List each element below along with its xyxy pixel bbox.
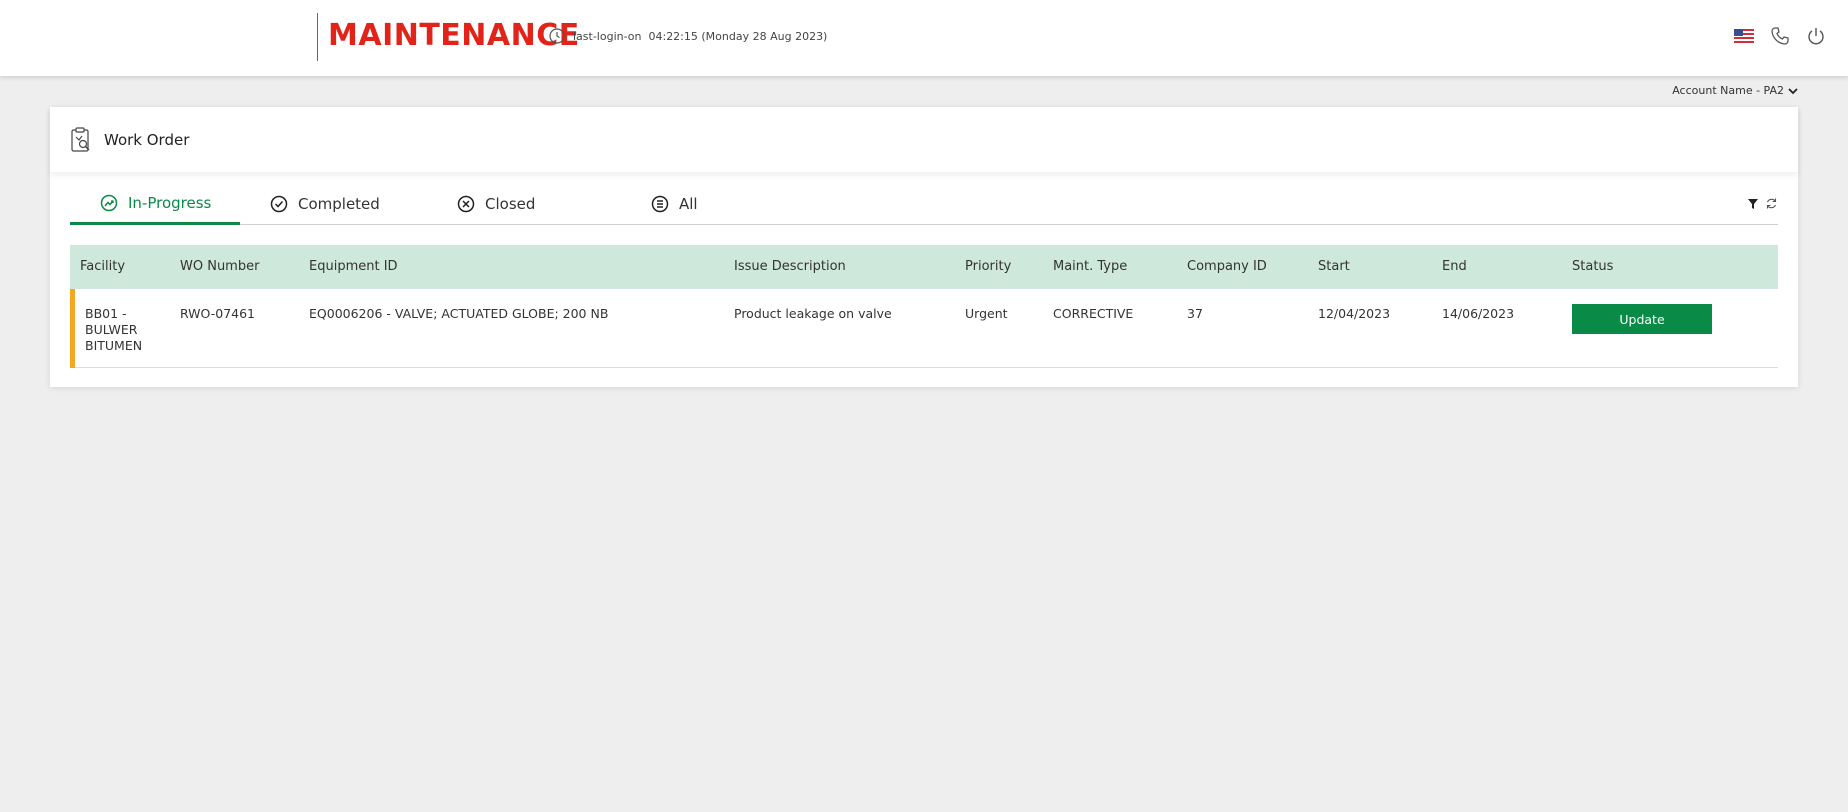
cell-priority: Urgent — [965, 306, 1008, 321]
list-circle-icon — [651, 195, 669, 213]
trend-up-circle-icon — [100, 194, 118, 211]
column-header-company-id[interactable]: Company ID — [1187, 245, 1267, 289]
account-name: Account Name - PA2 — [1672, 84, 1784, 97]
work-order-card: Work Order In-Progress Completed Closed — [50, 107, 1798, 387]
page-title: Work Order — [104, 130, 190, 149]
tab-label: In-Progress — [128, 193, 212, 212]
status-tabs: In-Progress Completed Closed All — [70, 183, 1778, 225]
check-circle-icon — [270, 195, 288, 213]
header-actions — [1720, 24, 1828, 48]
last-login-time: 04:22:15 (Monday 28 Aug 2023) — [648, 29, 828, 43]
table-row[interactable]: BB01 - BULWER BITUMEN RWO-07461 EQ000620… — [70, 289, 1778, 368]
refresh-icon[interactable] — [1765, 197, 1778, 210]
cell-equipment-id: EQ0006206 - VALVE; ACTUATED GLOBE; 200 N… — [309, 306, 609, 321]
tab-in-progress[interactable]: In-Progress — [70, 183, 240, 225]
x-circle-icon — [457, 195, 475, 213]
cell-start: 12/04/2023 — [1318, 306, 1391, 321]
tab-completed[interactable]: Completed — [270, 183, 380, 225]
column-header-facility[interactable]: Facility — [80, 245, 125, 289]
app-brand: MAINTENANCE — [328, 18, 580, 53]
us-flag-icon[interactable] — [1732, 24, 1756, 48]
filter-icon[interactable] — [1747, 198, 1759, 210]
cell-end: 14/06/2023 — [1442, 306, 1515, 321]
last-login-label: last-login-on — [573, 29, 642, 43]
column-header-maint-type[interactable]: Maint. Type — [1053, 245, 1127, 289]
tab-closed[interactable]: Closed — [457, 183, 535, 225]
cell-company-id: 37 — [1187, 306, 1203, 321]
table-tools — [1741, 197, 1778, 210]
work-order-table: Facility WO Number Equipment ID Issue De… — [70, 245, 1778, 368]
chevron-down-icon — [1788, 87, 1798, 94]
cell-facility: BB01 - BULWER BITUMEN — [85, 306, 143, 353]
power-icon[interactable] — [1804, 24, 1828, 48]
last-login-info: last-login-on 04:22:15 (Monday 28 Aug 20… — [549, 28, 827, 44]
cell-issue-description: Product leakage on valve — [734, 306, 892, 321]
account-selector[interactable]: Account Name - PA2 — [1672, 84, 1798, 97]
cell-maint-type: CORRECTIVE — [1053, 306, 1134, 321]
priority-flag — [70, 289, 75, 368]
tab-label: Closed — [485, 195, 536, 213]
header-divider — [317, 13, 318, 61]
table-header-row: Facility WO Number Equipment ID Issue De… — [70, 245, 1778, 289]
column-header-issue-description[interactable]: Issue Description — [734, 245, 846, 289]
card-header: Work Order — [50, 107, 1798, 172]
tab-label: All — [679, 195, 698, 213]
column-header-equipment-id[interactable]: Equipment ID — [309, 245, 398, 289]
column-header-status[interactable]: Status — [1572, 245, 1613, 289]
column-header-priority[interactable]: Priority — [965, 245, 1011, 289]
tab-label: Completed — [298, 195, 380, 213]
column-header-wo-number[interactable]: WO Number — [180, 245, 259, 289]
top-header: MAINTENANCE last-login-on 04:22:15 (Mond… — [0, 0, 1848, 76]
tab-all[interactable]: All — [651, 183, 698, 225]
phone-icon[interactable] — [1768, 24, 1792, 48]
column-header-start[interactable]: Start — [1318, 245, 1350, 289]
cell-wo-number: RWO-07461 — [180, 306, 255, 321]
update-button[interactable]: Update — [1572, 304, 1712, 334]
clipboard-search-icon — [71, 126, 90, 152]
clock-icon — [549, 28, 565, 44]
column-header-end[interactable]: End — [1442, 245, 1467, 289]
